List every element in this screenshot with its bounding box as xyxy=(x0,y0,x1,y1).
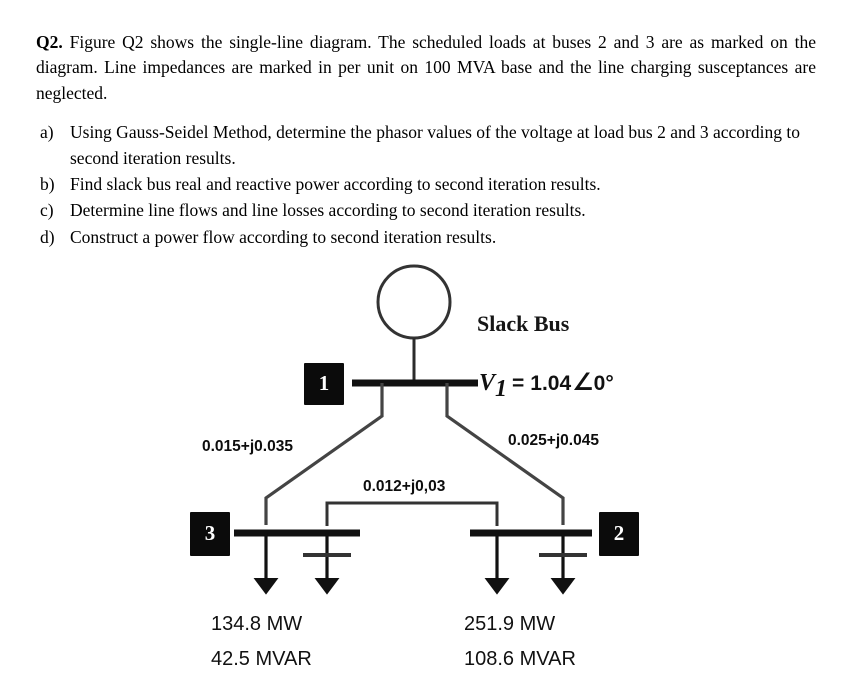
bus-2-load-real-power: 251.9 MW xyxy=(464,613,555,635)
question-intro-text: Figure Q2 shows the single-line diagram.… xyxy=(36,32,816,103)
impedance-label-line-1-2: 0.025+j0.045 xyxy=(508,432,599,449)
slack-voltage-magnitude: 1.04 xyxy=(530,372,571,395)
sub-question-text-d: Construct a power flow according to seco… xyxy=(70,226,497,247)
slack-voltage-subscript: 1 xyxy=(495,376,507,402)
bus-2-number-label: 2 xyxy=(614,521,625,545)
transmission-line-3-2 xyxy=(325,501,499,526)
sub-question-list: a) Using Gauss-Seidel Method, determine t… xyxy=(36,120,816,250)
sub-question-marker-d: d) xyxy=(40,226,55,247)
question-block: Q2. Figure Q2 shows the single-line diag… xyxy=(36,30,816,251)
sub-question-item-a: a) Using Gauss-Seidel Method, determine t… xyxy=(36,120,816,171)
bus-3-number-label: 3 xyxy=(205,521,216,545)
sub-question-item-d: d) Construct a power flow according to se… xyxy=(36,225,816,250)
slack-bus-voltage-annotation: V1 = 1.04∠0° xyxy=(479,369,614,402)
question-intro-paragraph: Q2. Figure Q2 shows the single-line diag… xyxy=(36,30,816,106)
bus-2-load-reactive-power: 108.6 MVAR xyxy=(464,648,576,670)
sub-question-marker-a: a) xyxy=(40,122,54,143)
impedance-label-line-3-2: 0.012+j0,03 xyxy=(363,478,446,495)
bus-1-number-label: 1 xyxy=(319,371,330,395)
bus-3-load-real-power: 134.8 MW xyxy=(211,613,302,635)
sub-question-marker-c: c) xyxy=(40,200,54,221)
bus-3-load-reactive-power: 42.5 MVAR xyxy=(211,648,312,670)
sub-question-marker-b: b) xyxy=(40,173,55,194)
svg-text:V1=1.04∠0°: V1 = 1.04∠0° xyxy=(479,369,614,402)
sub-question-text-c: Determine line flows and line losses acc… xyxy=(70,200,586,221)
sub-question-text-a: Using Gauss-Seidel Method, determine the… xyxy=(70,122,800,168)
sub-question-text-b: Find slack bus real and reactive power a… xyxy=(70,173,601,194)
single-line-diagram: 1 Slack Bus V1 = 1.04∠0° 0.015+j0.035 0.02… xyxy=(0,255,848,698)
generator-circle-icon xyxy=(376,264,452,340)
diagram-canvas: 1 Slack Bus V1 = 1.04∠0° 0.015+j0.035 0.02… xyxy=(190,264,639,670)
slack-voltage-angle: 0° xyxy=(594,372,614,395)
question-number: Q2. xyxy=(36,32,63,52)
slack-bus-title: Slack Bus xyxy=(477,311,570,336)
slack-voltage-angle-icon: ∠ xyxy=(572,369,594,396)
impedance-label-line-1-3: 0.015+j0.035 xyxy=(202,438,293,455)
slack-voltage-equals: = xyxy=(512,372,524,395)
sub-question-item-c: c) Determine line flows and line losses a… xyxy=(36,198,816,223)
sub-question-item-b: b) Find slack bus real and reactive power… xyxy=(36,172,816,197)
